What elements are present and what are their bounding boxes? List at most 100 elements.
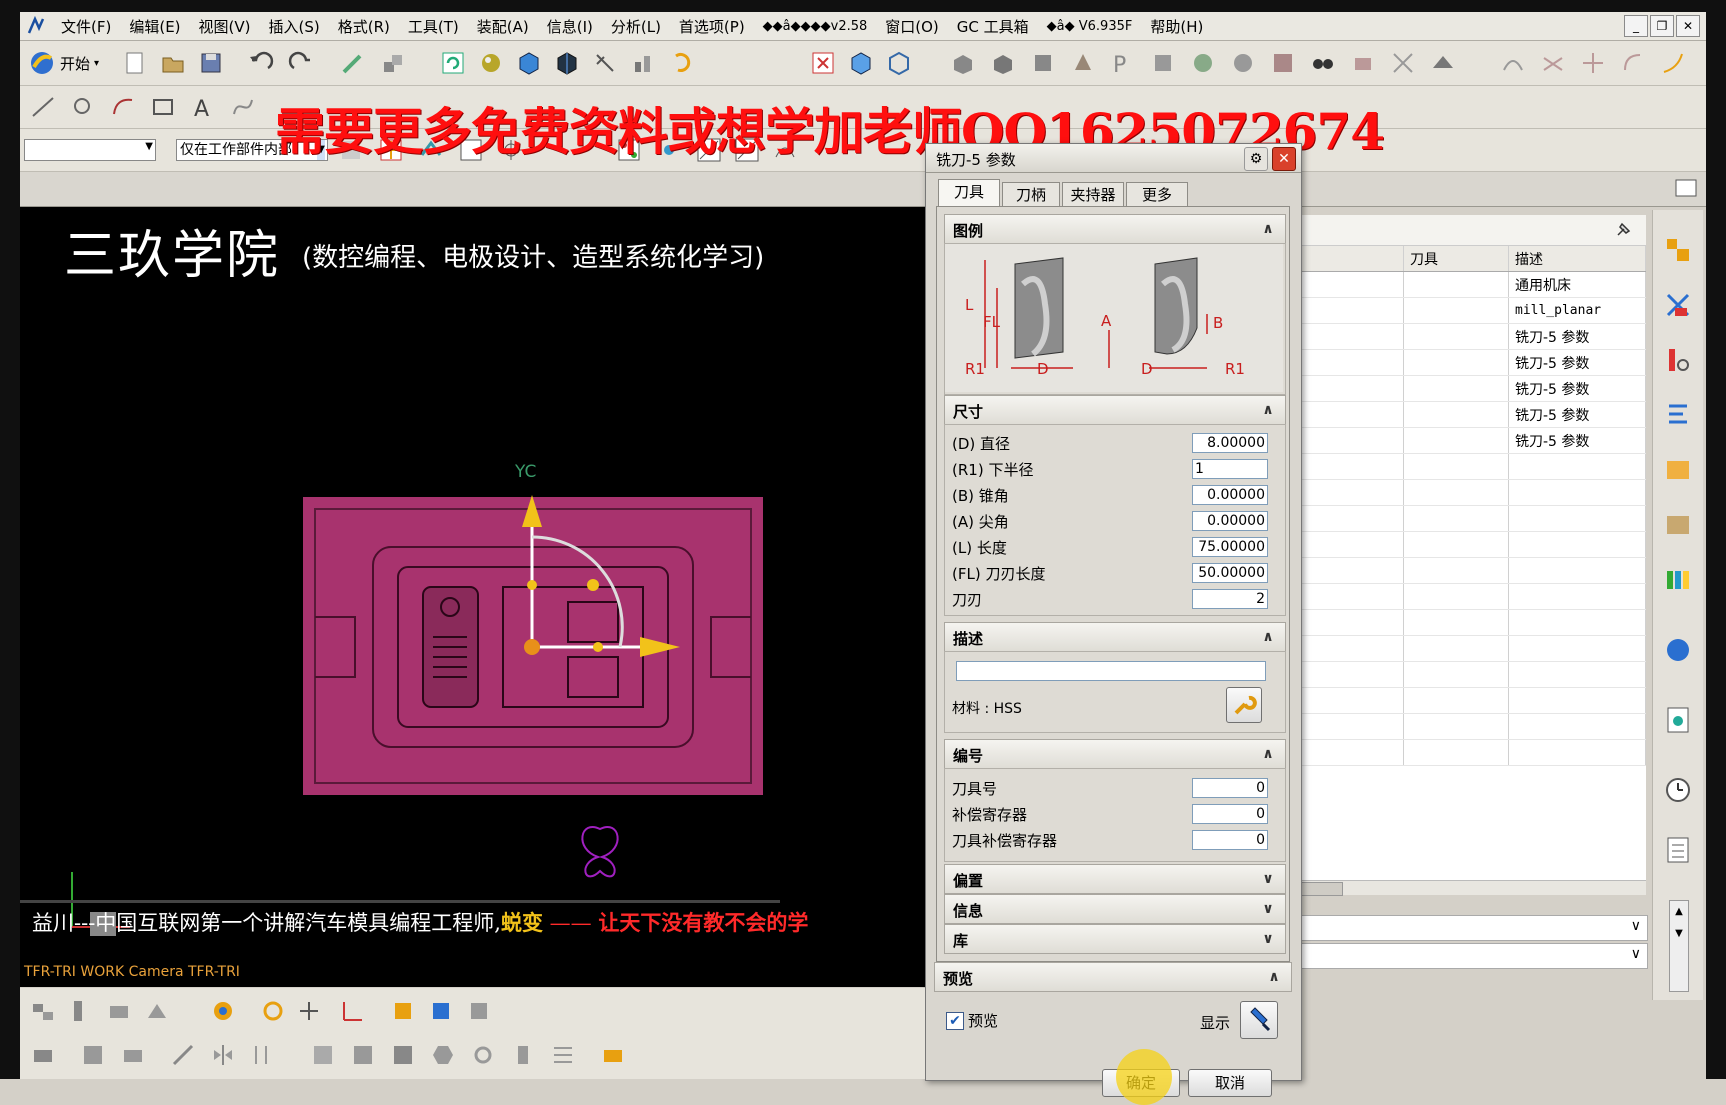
type-filter-dropdown[interactable]: ▼	[24, 139, 156, 161]
cancel-button[interactable]: 取消	[1188, 1069, 1272, 1097]
rectangle-icon[interactable]	[150, 94, 176, 120]
studio-cube-icon[interactable]	[554, 50, 580, 76]
new-file-icon[interactable]	[122, 50, 148, 76]
dependencies-dropdown[interactable]: ∨	[1301, 943, 1648, 969]
shaded-sphere-icon[interactable]	[478, 50, 504, 76]
spline-icon[interactable]	[230, 94, 256, 120]
create-program-icon[interactable]	[30, 998, 56, 1024]
column-description[interactable]: 描述	[1508, 246, 1646, 272]
machining-method-view-icon[interactable]	[1663, 400, 1693, 430]
geometry-view-icon[interactable]	[1663, 345, 1693, 375]
assign-icon[interactable]	[600, 1042, 626, 1068]
table-row[interactable]: mill_planar	[1301, 297, 1646, 324]
minimize-icon[interactable]: _	[1624, 15, 1648, 37]
cut-method-icon[interactable]	[30, 1042, 56, 1068]
preview-checkbox[interactable]: ✔ 预览	[946, 1010, 998, 1031]
extend-curve-icon[interactable]	[1660, 50, 1686, 76]
resource-scroll-controls[interactable]: ▲ ▼	[1669, 900, 1689, 992]
tool-holder-icon[interactable]	[510, 1042, 536, 1068]
preview-group-header[interactable]: 预览 ∧	[934, 962, 1292, 992]
curve-edit-icon[interactable]	[1500, 50, 1526, 76]
palette-icon[interactable]	[1663, 565, 1693, 595]
undo-icon[interactable]	[248, 50, 274, 76]
delete-group-icon[interactable]	[350, 1042, 376, 1068]
column-name[interactable]	[1301, 246, 1404, 272]
feeds-speeds-icon[interactable]	[1350, 50, 1376, 76]
menu-edit[interactable]: 编辑(E)	[120, 16, 189, 37]
tab-holder[interactable]: 夹持器	[1062, 182, 1124, 207]
material-wrench-button[interactable]	[1226, 687, 1262, 723]
edit-object-icon[interactable]	[340, 50, 366, 76]
toolpath-verify-icon[interactable]	[1190, 50, 1216, 76]
table-row[interactable]: 通用机床	[1301, 271, 1646, 298]
transform-icon[interactable]	[1390, 50, 1416, 76]
move-icon[interactable]	[170, 1042, 196, 1068]
details-dropdown[interactable]: ∨	[1301, 915, 1648, 941]
diameter-input[interactable]: 8.00000	[1192, 433, 1268, 453]
object-icon[interactable]	[390, 1042, 416, 1068]
line-icon[interactable]	[30, 94, 56, 120]
web-browser-icon[interactable]	[1663, 635, 1693, 665]
dialog-close-icon[interactable]: ✕	[1272, 147, 1296, 171]
text-icon[interactable]: A	[190, 94, 216, 122]
menu-plugin-v258[interactable]: ◆◆â◆◆◆◆v2.58	[754, 19, 877, 34]
post-icon[interactable]	[390, 998, 416, 1024]
refresh-icon[interactable]	[440, 50, 466, 76]
graphics-window[interactable]: 三玖学院 (数控编程、电极设计、造型系统化学习) YC 益川---中国互联网第一…	[20, 207, 925, 987]
rotate-icon[interactable]	[668, 50, 694, 76]
program-order-view-icon[interactable]	[1663, 235, 1693, 265]
shaded-cube-icon[interactable]	[516, 50, 542, 76]
cam-create-program-icon[interactable]	[950, 50, 976, 76]
list-icon[interactable]	[550, 1042, 576, 1068]
adjust-register-input[interactable]: 0	[1192, 804, 1268, 824]
trim-curve-icon[interactable]	[1540, 50, 1566, 76]
information-group-header[interactable]: 信息 ∨	[944, 894, 1286, 924]
fillet-curve-icon[interactable]	[1620, 50, 1646, 76]
start-button[interactable]: 开始 ▾	[28, 49, 99, 77]
shop-documentation-icon[interactable]	[466, 998, 492, 1024]
display-button[interactable]	[1240, 1001, 1278, 1039]
library-group-header[interactable]: 库 ∨	[944, 924, 1286, 954]
tab-tool[interactable]: 刀具	[938, 179, 1000, 208]
menu-preferences[interactable]: 首选项(P)	[670, 16, 754, 37]
dialog-settings-icon[interactable]: ⚙	[1244, 147, 1268, 171]
history-palette-icon[interactable]	[1663, 705, 1693, 735]
menu-tools[interactable]: 工具(T)	[399, 16, 468, 37]
open-file-icon[interactable]	[160, 50, 186, 76]
reuse-library-icon[interactable]	[1663, 455, 1693, 485]
menu-gc-toolkit[interactable]: GC 工具箱	[948, 16, 1038, 37]
menu-plugin-v6935f[interactable]: ◆â◆ V6.935F	[1038, 19, 1142, 34]
flute-length-input[interactable]: 50.00000	[1192, 563, 1268, 583]
column-tool[interactable]: 刀具	[1403, 246, 1509, 272]
menu-view[interactable]: 视图(V)	[190, 16, 260, 37]
point-icon[interactable]	[70, 94, 96, 120]
numbering-group-header[interactable]: 编号 ∧	[944, 739, 1286, 769]
post-process-icon[interactable]: P	[1110, 50, 1136, 78]
chevron-down-icon[interactable]: ▼	[1670, 923, 1688, 945]
redo-icon[interactable]	[288, 50, 314, 76]
table-row[interactable]: 铣刀-5 参数	[1301, 323, 1646, 350]
wireframe-view-icon[interactable]	[886, 50, 912, 76]
add-icon[interactable]	[296, 998, 322, 1024]
feeds-icon[interactable]	[120, 1042, 146, 1068]
tip-angle-input[interactable]: 0.00000	[1192, 511, 1268, 531]
tool-number-input[interactable]: 0	[1192, 778, 1268, 798]
verify-icon[interactable]	[260, 998, 286, 1024]
sort-icon[interactable]	[250, 1042, 276, 1068]
horizontal-scrollbar[interactable]	[1301, 880, 1646, 896]
length-input[interactable]: 75.00000	[1192, 537, 1268, 557]
machine-sim-icon[interactable]	[1230, 50, 1256, 76]
assembly-navigator-icon[interactable]	[630, 50, 656, 76]
hexagon-icon[interactable]	[430, 1042, 456, 1068]
menu-file[interactable]: 文件(F)	[52, 16, 120, 37]
divide-curve-icon[interactable]	[1580, 50, 1606, 76]
isometric-view-icon[interactable]	[848, 50, 874, 76]
cutcom-register-input[interactable]: 0	[1192, 830, 1268, 850]
clock-icon[interactable]	[1663, 775, 1693, 805]
generate-toolpath-icon[interactable]	[210, 998, 236, 1024]
clip-section-icon[interactable]	[592, 50, 618, 76]
cam-create-tool-icon[interactable]	[990, 50, 1016, 76]
pin-icon[interactable]	[1614, 221, 1632, 239]
menu-window[interactable]: 窗口(O)	[876, 16, 948, 37]
fit-view-icon[interactable]	[810, 50, 836, 76]
